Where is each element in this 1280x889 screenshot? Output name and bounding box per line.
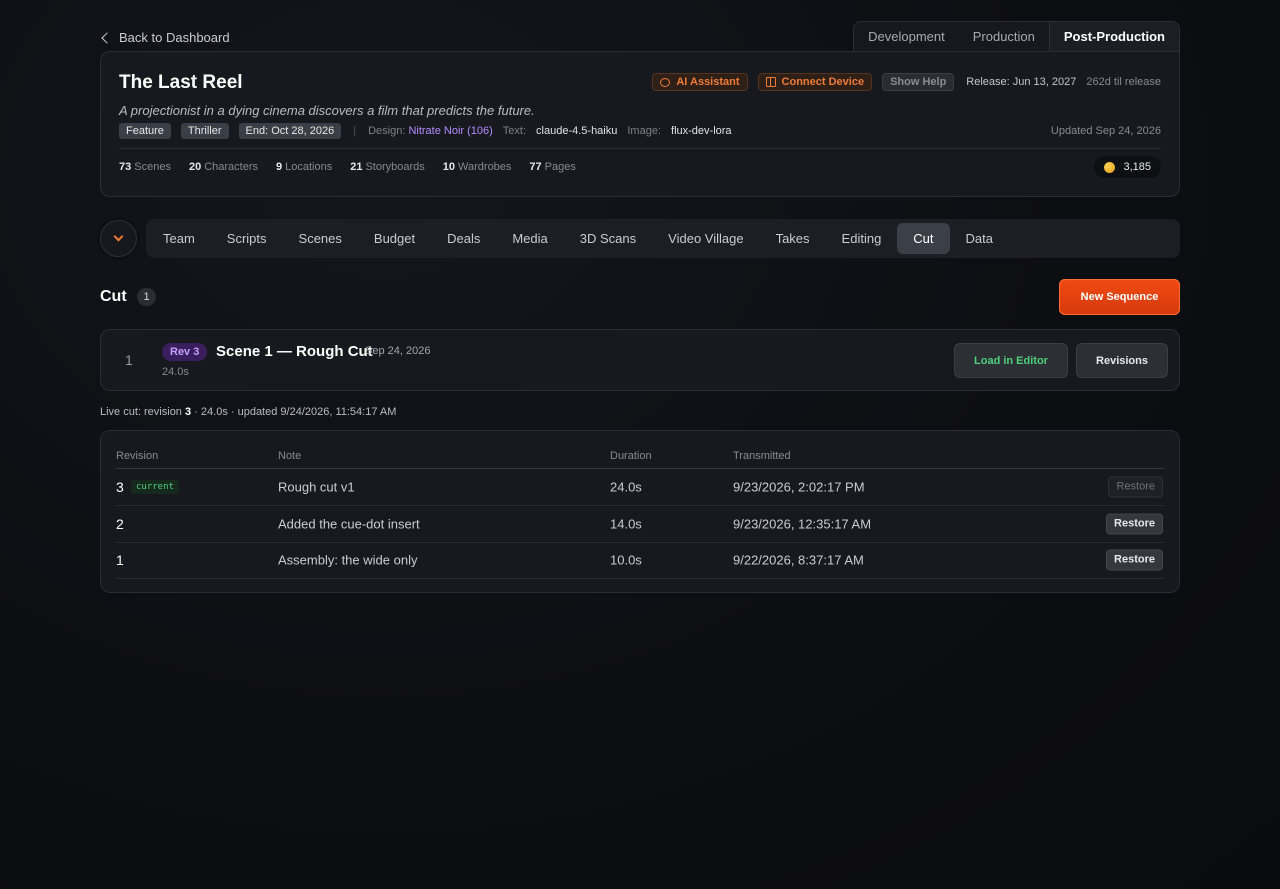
- project-meta: Feature Thriller End: Oct 28, 2026 | Des…: [119, 123, 732, 139]
- tag-format: Feature: [119, 123, 171, 139]
- tag-end-date: End: Oct 28, 2026: [238, 123, 342, 139]
- tab-production[interactable]: Production: [959, 22, 1049, 52]
- card-divider: [119, 148, 1161, 149]
- collapse-toggle-button[interactable]: [100, 220, 137, 257]
- nav-team[interactable]: Team: [147, 223, 211, 254]
- nav-3d-scans[interactable]: 3D Scans: [564, 223, 652, 254]
- nav-video-village[interactable]: Video Village: [652, 223, 759, 254]
- stat-pages: 77 Pages: [529, 161, 576, 173]
- days-til-release: 262d til release: [1086, 76, 1161, 88]
- project-stats: 73 Scenes 20 Characters 9 Locations 21 Story…: [119, 161, 576, 173]
- nav-editing[interactable]: Editing: [826, 223, 898, 254]
- connect-device-button[interactable]: Connect Device: [757, 73, 873, 91]
- new-sequence-button[interactable]: New Sequence: [1059, 279, 1180, 315]
- tab-development[interactable]: Development: [854, 22, 959, 52]
- meta-separator: |: [353, 125, 357, 137]
- chevron-down-icon: [113, 231, 124, 242]
- updated-date: Updated Sep 24, 2026: [1050, 125, 1161, 137]
- row-revision: 1: [116, 552, 124, 568]
- tab-post-production[interactable]: Post-Production: [1048, 22, 1179, 52]
- coin-icon: [1104, 161, 1116, 173]
- back-link[interactable]: Back to Dashboard: [100, 30, 230, 45]
- stat-scenes: 73 Scenes: [119, 161, 171, 173]
- stat-characters: 20 Characters: [188, 161, 258, 173]
- sequence-index: 1: [125, 352, 133, 368]
- project-card: The Last Reel AI Assistant Connect Devic…: [100, 51, 1180, 197]
- table-row: 1 Assembly: the wide only 10.0s 9/22/202…: [116, 542, 1164, 579]
- credits-value: 3,185: [1123, 161, 1151, 173]
- row-note: Assembly: the wide only: [278, 552, 418, 568]
- ai-assistant-button[interactable]: AI Assistant: [652, 73, 748, 91]
- nav-scenes[interactable]: Scenes: [283, 223, 358, 254]
- nav-scripts[interactable]: Scripts: [211, 223, 283, 254]
- restore-button[interactable]: Restore: [1106, 549, 1163, 571]
- show-help-button[interactable]: Show Help: [882, 73, 955, 91]
- project-title: The Last Reel: [119, 72, 243, 93]
- row-revision: 2: [116, 516, 124, 532]
- row-transmitted: 9/23/2026, 12:35:17 AM: [733, 516, 872, 532]
- row-transmitted: 9/22/2026, 8:37:17 AM: [733, 552, 864, 568]
- sequence-row: 1 Rev 3 Scene 1 — Rough Cut Sep 24, 2026…: [100, 329, 1180, 391]
- stat-storyboards: 21 Storyboards: [350, 161, 425, 173]
- phase-tabs: Development Production Post-Production: [853, 21, 1180, 52]
- revision-badge: Rev 3: [162, 343, 208, 361]
- nav-deals[interactable]: Deals: [431, 223, 496, 254]
- row-transmitted: 9/23/2026, 2:02:17 PM: [733, 479, 865, 495]
- stat-locations: 9 Locations: [276, 161, 333, 173]
- current-badge: current: [131, 480, 179, 494]
- image-model-value: flux-dev-lora: [671, 125, 732, 137]
- sequence-duration: 24.0s: [162, 366, 189, 378]
- row-note: Added the cue-dot insert: [278, 516, 420, 532]
- row-duration: 24.0s: [610, 479, 642, 495]
- table-row: 3 current Rough cut v1 24.0s 9/23/2026, …: [116, 469, 1164, 506]
- load-in-editor-button[interactable]: Load in Editor: [954, 343, 1068, 378]
- row-note: Rough cut v1: [278, 479, 355, 495]
- nav-takes[interactable]: Takes: [760, 223, 826, 254]
- nav-budget[interactable]: Budget: [358, 223, 431, 254]
- sequence-name: Scene 1 — Rough Cut: [216, 343, 373, 360]
- table-header: Revision Note Duration Transmitted: [116, 443, 1164, 469]
- device-grid-icon: [765, 77, 776, 87]
- design-label: Design: Nitrate Noir (106): [368, 125, 493, 137]
- nav-data[interactable]: Data: [950, 223, 1009, 254]
- header-revision: Revision: [116, 449, 159, 462]
- credits-balance[interactable]: 3,185: [1094, 156, 1161, 178]
- release-date: Release: Jun 13, 2027: [966, 76, 1077, 88]
- revisions-table: Revision Note Duration Transmitted 3 cur…: [100, 430, 1180, 593]
- tag-genre: Thriller: [180, 123, 229, 139]
- header-duration: Duration: [610, 449, 652, 462]
- row-duration: 14.0s: [610, 516, 642, 532]
- text-model-label: Text:: [502, 125, 527, 137]
- chevron-left-icon: [101, 31, 113, 44]
- chat-bubble-icon: [660, 77, 671, 87]
- sequence-date: Sep 24, 2026: [365, 345, 431, 357]
- restore-button[interactable]: Restore: [1108, 476, 1163, 498]
- ai-assistant-label: AI Assistant: [676, 76, 740, 88]
- project-actions: AI Assistant Connect Device Show Help Re…: [652, 73, 1161, 91]
- stat-wardrobes: 10 Wardrobes: [442, 161, 512, 173]
- row-revision: 3: [116, 479, 124, 495]
- header-note: Note: [278, 449, 302, 462]
- live-revision: 3: [185, 406, 192, 418]
- connect-device-label: Connect Device: [781, 76, 865, 88]
- live-cut-status: Live cut: revision 3 · 24.0s · updated 9…: [100, 406, 397, 418]
- restore-button[interactable]: Restore: [1106, 513, 1163, 535]
- back-label: Back to Dashboard: [119, 30, 230, 45]
- text-model-value: claude-4.5-haiku: [536, 125, 618, 137]
- sequence-count-badge: 1: [137, 288, 156, 306]
- section-title: Cut: [100, 288, 127, 305]
- project-logline: A projectionist in a dying cinema discov…: [119, 103, 535, 118]
- header-transmitted: Transmitted: [733, 449, 791, 462]
- nav-media[interactable]: Media: [496, 223, 563, 254]
- nav-cut[interactable]: Cut: [897, 223, 950, 254]
- image-model-label: Image:: [627, 125, 662, 137]
- section-nav: Team Scripts Scenes Budget Deals Media 3…: [146, 219, 1180, 258]
- design-value[interactable]: Nitrate Noir (106): [408, 125, 492, 137]
- revisions-button[interactable]: Revisions: [1076, 343, 1168, 378]
- table-row: 2 Added the cue-dot insert 14.0s 9/23/20…: [116, 506, 1164, 543]
- row-duration: 10.0s: [610, 552, 642, 568]
